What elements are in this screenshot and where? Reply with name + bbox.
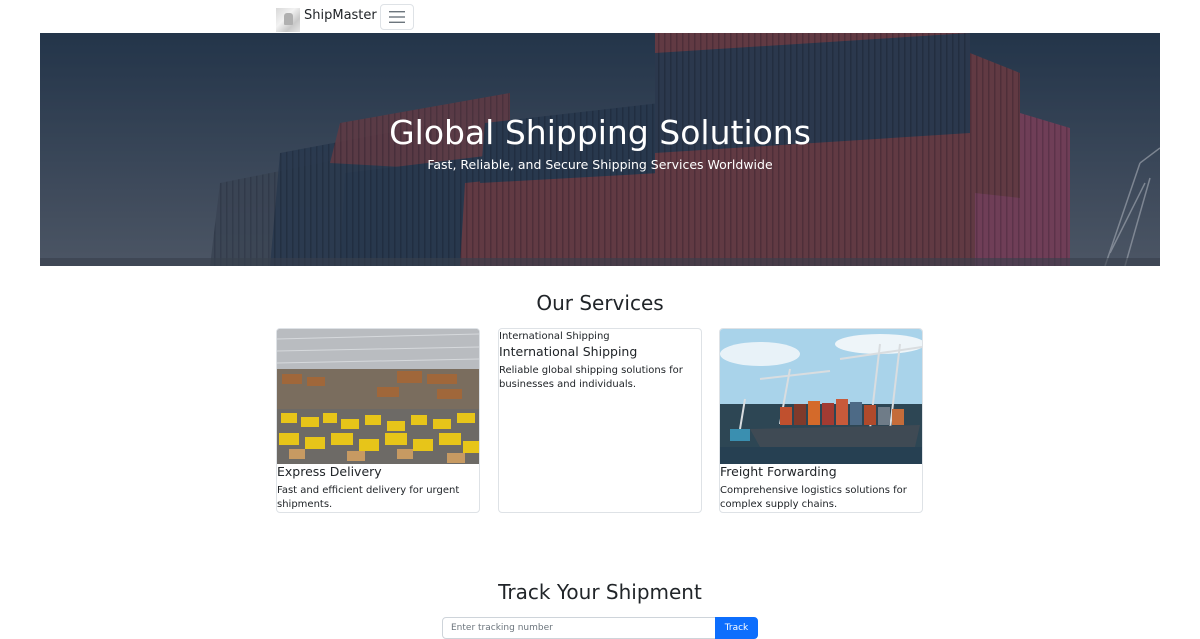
brand-logo-icon (276, 8, 300, 32)
card-title: Express Delivery (277, 464, 382, 479)
card-text: Reliable global shipping solutions for b… (499, 365, 683, 390)
hero-banner: Global Shipping Solutions Fast, Reliable… (40, 33, 1160, 266)
navbar: ShipMaster (0, 0, 1200, 33)
track-title: Track Your Shipment (498, 580, 702, 604)
hero-title: Global Shipping Solutions (389, 113, 811, 152)
service-card-freight-forwarding: Freight Forwarding Comprehensive logisti… (719, 328, 923, 513)
track-button[interactable]: Track (715, 617, 758, 639)
broken-image: International Shipping (499, 330, 701, 344)
card-title: International Shipping (499, 344, 638, 359)
card-text: Comprehensive logistics solutions for co… (720, 485, 907, 510)
brand-name: ShipMaster (304, 8, 377, 23)
service-card-express-delivery: Express Delivery Fast and efficient deli… (276, 328, 480, 513)
service-card-international-shipping: International Shipping International Shi… (498, 328, 702, 513)
card-text: Fast and efficient delivery for urgent s… (277, 485, 460, 510)
hamburger-menu-icon (389, 11, 405, 23)
navbar-toggler-button[interactable] (380, 4, 414, 30)
broken-image-alt-text: International Shipping (499, 331, 610, 342)
hero-subtitle: Fast, Reliable, and Secure Shipping Serv… (427, 157, 773, 172)
card-title: Freight Forwarding (720, 464, 837, 479)
tracking-number-input[interactable] (442, 617, 716, 639)
services-title: Our Services (536, 291, 664, 315)
warehouse-image (277, 329, 479, 464)
brand-link[interactable]: ShipMaster (276, 8, 377, 32)
cargo-ship-image (720, 329, 922, 464)
